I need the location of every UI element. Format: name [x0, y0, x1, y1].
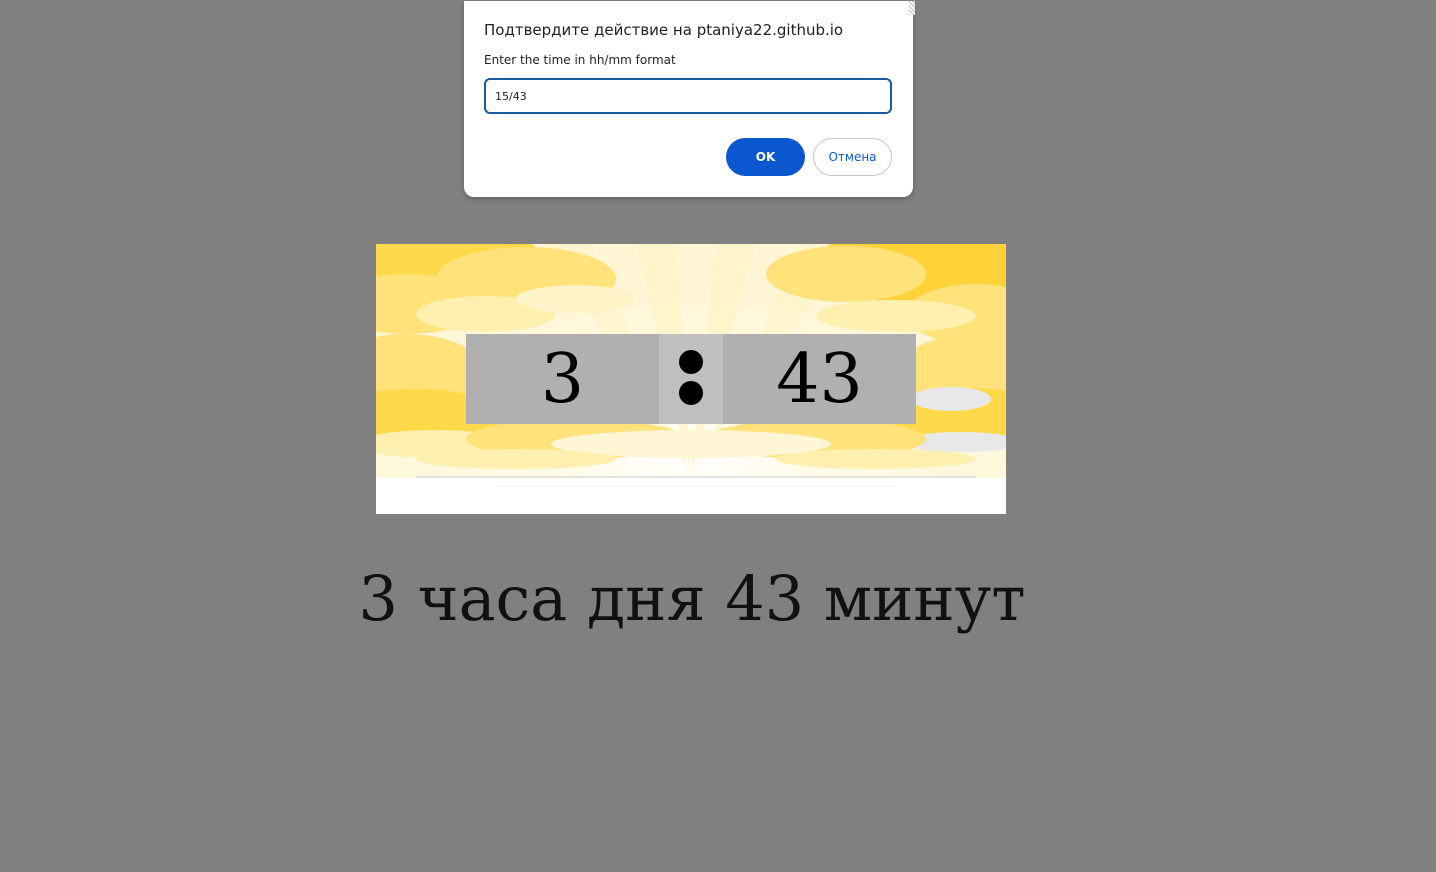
- time-input[interactable]: [484, 78, 892, 114]
- time-phrase: 3 часа дня 43 минут: [358, 562, 1026, 635]
- dialog-title: Подтвердите действие на ptaniya22.github…: [484, 21, 844, 39]
- minutes-display: 43: [723, 334, 916, 424]
- page: Подтвердите действие на ptaniya22.github…: [0, 0, 1436, 872]
- colon-dots-icon: [659, 334, 723, 424]
- prompt-dialog: Подтвердите действие на ptaniya22.github…: [464, 1, 915, 197]
- ok-button[interactable]: OK: [726, 138, 805, 176]
- dialog-message: Enter the time in hh/mm format: [484, 53, 676, 67]
- cancel-button[interactable]: Отмена: [813, 138, 892, 176]
- dialog-corner-mark: [909, 1, 915, 15]
- clock-panel: 3 43: [376, 244, 1006, 514]
- colon-dot-top: [679, 350, 703, 374]
- hours-display: 3: [466, 334, 659, 424]
- colon-dot-bottom: [679, 381, 703, 405]
